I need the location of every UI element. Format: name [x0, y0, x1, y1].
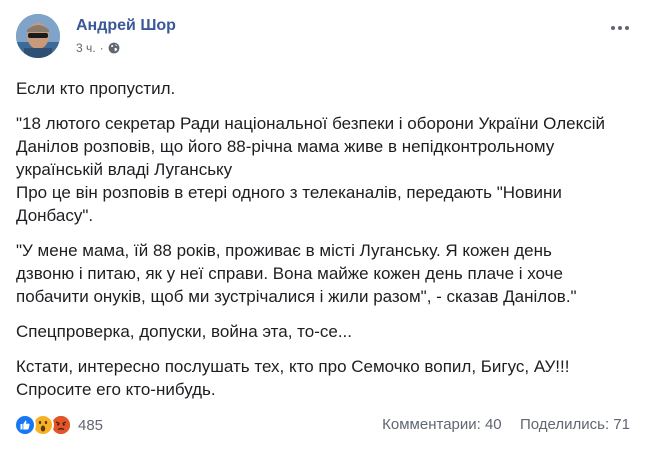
post-footer: 485 Комментарии: 40 Поделились: 71 [14, 412, 630, 440]
text-line: Данілов розповів, що його 88-річна мама … [16, 137, 555, 156]
facebook-post: Андрей Шор 3 ч. · Если кто пропустил. "1… [0, 0, 648, 449]
comments-count-link[interactable]: Комментарии: 40 [382, 416, 502, 433]
reaction-count[interactable]: 485 [78, 417, 103, 434]
meta-separator: · [99, 41, 104, 55]
engagement-stats: Комментарии: 40 Поделились: 71 [382, 416, 630, 433]
text-line: дзвоню і питаю, як у неї справи. Вона ма… [16, 264, 563, 283]
more-options-button[interactable] [608, 18, 632, 38]
more-dot-icon [611, 26, 615, 30]
avatar-photo [16, 14, 60, 58]
post-body: Если кто пропустил. "18 лютого секретар … [16, 77, 632, 413]
more-dot-icon [618, 26, 622, 30]
author-avatar[interactable] [16, 14, 60, 58]
post-meta: 3 ч. · [76, 41, 120, 55]
post-time[interactable]: 3 ч. [76, 41, 96, 55]
paragraph-closing: Кстати, интересно послушать тех, кто про… [16, 355, 632, 401]
paragraph-intro: Если кто пропустил. [16, 77, 632, 100]
more-dot-icon [625, 26, 629, 30]
text-line: Спецпроверка, допуски, война эта, то-се.… [16, 322, 353, 341]
globe-icon [108, 42, 120, 54]
reactions-summary[interactable]: 485 [14, 414, 103, 436]
paragraph-quote-1: "18 лютого секретар Ради національної бе… [16, 112, 632, 227]
text-line: "18 лютого секретар Ради національної бе… [16, 114, 605, 133]
text-line: "У мене мама, їй 88 років, проживає в мі… [16, 241, 552, 260]
text-line: Донбасу". [16, 206, 94, 225]
paragraph-quote-2: "У мене мама, їй 88 років, проживає в мі… [16, 239, 632, 308]
text-line: побачити онуків, щоб ми зустрічалися і ж… [16, 287, 577, 306]
text-line: Спросите его кто-нибудь. [16, 380, 216, 399]
text-line: українській владі Луганську [16, 160, 233, 179]
shares-count-link[interactable]: Поделились: 71 [520, 416, 630, 433]
text-line: Если кто пропустил. [16, 79, 176, 98]
like-icon [14, 414, 36, 436]
author-name[interactable]: Андрей Шор [76, 17, 176, 35]
text-line: Кстати, интересно послушать тех, кто про… [16, 357, 570, 376]
paragraph-comment: Спецпроверка, допуски, война эта, то-се.… [16, 320, 632, 343]
text-line: Про це він розповів в етері одного з тел… [16, 183, 562, 202]
post-header: Андрей Шор 3 ч. · [16, 14, 632, 58]
